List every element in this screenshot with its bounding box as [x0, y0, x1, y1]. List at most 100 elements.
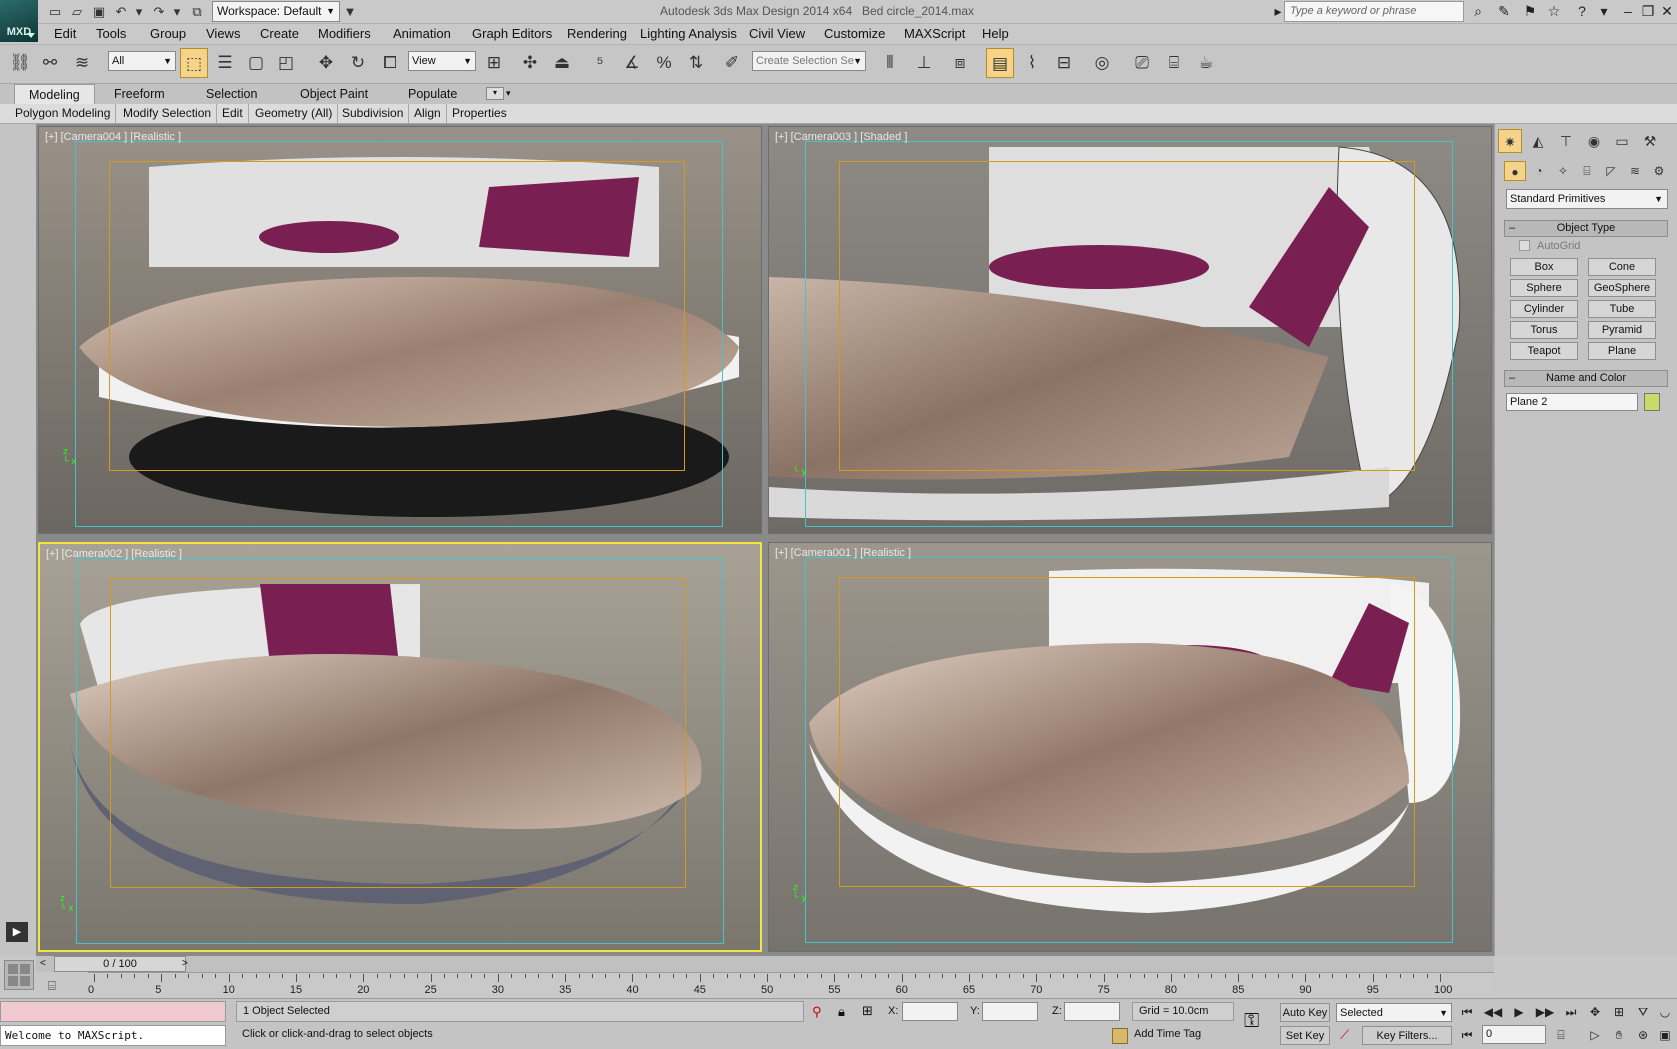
communication-center-icon[interactable]: ✎: [1494, 3, 1514, 20]
viewport-label[interactable]: [+] [Camera004 ] [Realistic ]: [45, 131, 181, 143]
time-slider-track[interactable]: [36, 956, 1494, 972]
viewport-camera002[interactable]: [+] [Camera002 ] [Realistic ] z └ x: [38, 542, 762, 952]
object-type-rollout[interactable]: – Object Type: [1504, 220, 1668, 237]
material-editor-icon[interactable]: ◎: [1088, 48, 1116, 78]
torus-button[interactable]: Torus: [1510, 321, 1578, 339]
plane-button[interactable]: Plane: [1588, 342, 1656, 360]
auto-key-button[interactable]: Auto Key: [1280, 1003, 1330, 1022]
infocenter-search-input[interactable]: Type a keyword or phrase: [1284, 1, 1464, 22]
tab-freeform[interactable]: Freeform: [100, 84, 179, 104]
layer-manager-icon[interactable]: ⧈: [946, 48, 974, 78]
lights-category-icon[interactable]: ✧: [1552, 161, 1574, 181]
panel-edit[interactable]: Edit: [217, 104, 249, 123]
geosphere-button[interactable]: GeoSphere: [1588, 279, 1656, 297]
select-and-link-icon[interactable]: ⛓: [6, 48, 34, 78]
keyboard-shortcut-override-icon[interactable]: ⏏: [548, 48, 576, 78]
new-file-icon[interactable]: ▭: [46, 3, 64, 20]
key-filters-button[interactable]: Key Filters...: [1362, 1026, 1452, 1045]
open-file-icon[interactable]: ▱: [68, 3, 86, 20]
next-frame-icon[interactable]: ▶▶: [1534, 1003, 1556, 1022]
utilities-tab-icon[interactable]: ⚒: [1638, 129, 1662, 153]
tab-modeling[interactable]: Modeling: [14, 84, 95, 104]
tab-object-paint[interactable]: Object Paint: [286, 84, 382, 104]
time-tag-icon[interactable]: [1112, 1028, 1128, 1044]
mirror-icon[interactable]: ⫴: [876, 48, 904, 78]
go-to-end-icon[interactable]: ⏭: [1560, 1003, 1582, 1022]
pivot-center-icon[interactable]: ⊞: [480, 48, 508, 78]
teapot-button[interactable]: Teapot: [1510, 342, 1578, 360]
panel-align[interactable]: Align: [409, 104, 447, 123]
ribbon-minimize-icon[interactable]: ▾: [486, 87, 504, 100]
graphite-toolset-icon[interactable]: ▤: [986, 48, 1014, 78]
quick-access-customize-icon[interactable]: ▼: [341, 3, 359, 20]
name-and-color-rollout[interactable]: – Name and Color: [1504, 370, 1668, 387]
edit-named-selection-icon[interactable]: ✐: [718, 48, 746, 78]
tab-populate[interactable]: Populate: [394, 84, 471, 104]
render-production-icon[interactable]: ☕: [1192, 48, 1220, 78]
create-tab-icon[interactable]: ✷: [1498, 129, 1522, 153]
menu-graph-editors[interactable]: Graph Editors: [472, 26, 552, 41]
maximize-icon[interactable]: ❐: [1638, 3, 1658, 20]
tube-button[interactable]: Tube: [1588, 300, 1656, 318]
helpers-category-icon[interactable]: ◸: [1600, 161, 1622, 181]
close-icon[interactable]: ✕: [1657, 3, 1677, 20]
cameras-category-icon[interactable]: ⌸: [1576, 161, 1598, 181]
go-to-start-icon[interactable]: ⏮: [1456, 1003, 1478, 1022]
primitive-category-dropdown[interactable]: Standard Primitives ▼: [1506, 189, 1668, 209]
snaps-toggle-icon[interactable]: ⁵: [586, 48, 614, 78]
selection-filter-dropdown[interactable]: All ▼: [108, 51, 176, 71]
viewport-label[interactable]: [+] [Camera002 ] [Realistic ]: [46, 548, 182, 560]
lock-icon[interactable]: 🔒︎: [838, 1004, 845, 1020]
viewport-play-icon[interactable]: ▶: [6, 922, 28, 942]
workspace-dropdown[interactable]: Workspace: Default ▼: [212, 1, 340, 22]
menu-rendering[interactable]: Rendering: [567, 26, 627, 41]
rectangular-selection-icon[interactable]: ▢: [242, 48, 270, 78]
key-mode-dropdown[interactable]: Selected ▼: [1336, 1003, 1452, 1022]
panel-geometry-all[interactable]: Geometry (All): [250, 104, 339, 123]
undo-icon[interactable]: ↶: [112, 3, 130, 20]
menu-civil-view[interactable]: Civil View: [749, 26, 805, 41]
modify-tab-icon[interactable]: ◭: [1526, 129, 1550, 153]
display-tab-icon[interactable]: ▭: [1610, 129, 1634, 153]
x-coordinate-field[interactable]: [902, 1002, 958, 1021]
key-mode-toggle-icon[interactable]: ⏮: [1456, 1026, 1478, 1045]
subscription-icon[interactable]: ⚑: [1520, 3, 1540, 20]
panel-polygon-modeling[interactable]: Polygon Modeling: [10, 104, 117, 123]
select-manipulate-icon[interactable]: ✣: [516, 48, 544, 78]
key-icon[interactable]: ⚿: [1244, 1010, 1259, 1033]
percent-snap-icon[interactable]: %: [650, 48, 678, 78]
reference-coordinate-dropdown[interactable]: View ▼: [408, 51, 476, 71]
help-dropdown-icon[interactable]: ▾: [1594, 3, 1614, 20]
time-slider-thumb[interactable]: 0 / 100: [54, 956, 186, 972]
select-and-move-icon[interactable]: ✥: [312, 48, 340, 78]
undo-dropdown-icon[interactable]: ▾: [130, 3, 148, 20]
project-folder-icon[interactable]: ⧉: [188, 3, 206, 20]
sphere-button[interactable]: Sphere: [1510, 279, 1578, 297]
menu-edit[interactable]: Edit: [54, 26, 76, 41]
cylinder-button[interactable]: Cylinder: [1510, 300, 1578, 318]
minimize-icon[interactable]: –: [1618, 3, 1638, 20]
menu-animation[interactable]: Animation: [393, 26, 451, 41]
pan-view-icon[interactable]: ✋︎: [1608, 1026, 1630, 1045]
menu-lighting-analysis[interactable]: Lighting Analysis: [640, 26, 737, 41]
menu-views[interactable]: Views: [206, 26, 240, 41]
object-color-swatch[interactable]: [1644, 393, 1660, 411]
ribbon-options-icon[interactable]: ▾: [506, 88, 511, 99]
shapes-category-icon[interactable]: ◔: [1528, 161, 1550, 181]
geometry-category-icon[interactable]: ●: [1504, 161, 1526, 181]
add-time-tag[interactable]: Add Time Tag: [1134, 1028, 1201, 1040]
menu-help[interactable]: Help: [982, 26, 1009, 41]
menu-modifiers[interactable]: Modifiers: [318, 26, 371, 41]
autogrid-checkbox[interactable]: [1519, 240, 1530, 251]
z-coordinate-field[interactable]: [1064, 1002, 1120, 1021]
schematic-view-icon[interactable]: ⊟: [1050, 48, 1078, 78]
absolute-mode-icon[interactable]: ⊞: [862, 1003, 873, 1019]
angle-snap-icon[interactable]: ∡: [618, 48, 646, 78]
mini-curve-editor-icon[interactable]: ⌸: [48, 978, 68, 996]
time-slider-prev-icon[interactable]: <: [40, 958, 46, 969]
application-button[interactable]: MXD: [0, 0, 38, 42]
viewport-label[interactable]: [+] [Camera003 ] [Shaded ]: [775, 131, 907, 143]
current-frame-field[interactable]: 0: [1482, 1025, 1546, 1044]
rendered-frame-window-icon[interactable]: ⌸: [1160, 48, 1188, 78]
time-slider-next-icon[interactable]: >: [182, 958, 188, 969]
